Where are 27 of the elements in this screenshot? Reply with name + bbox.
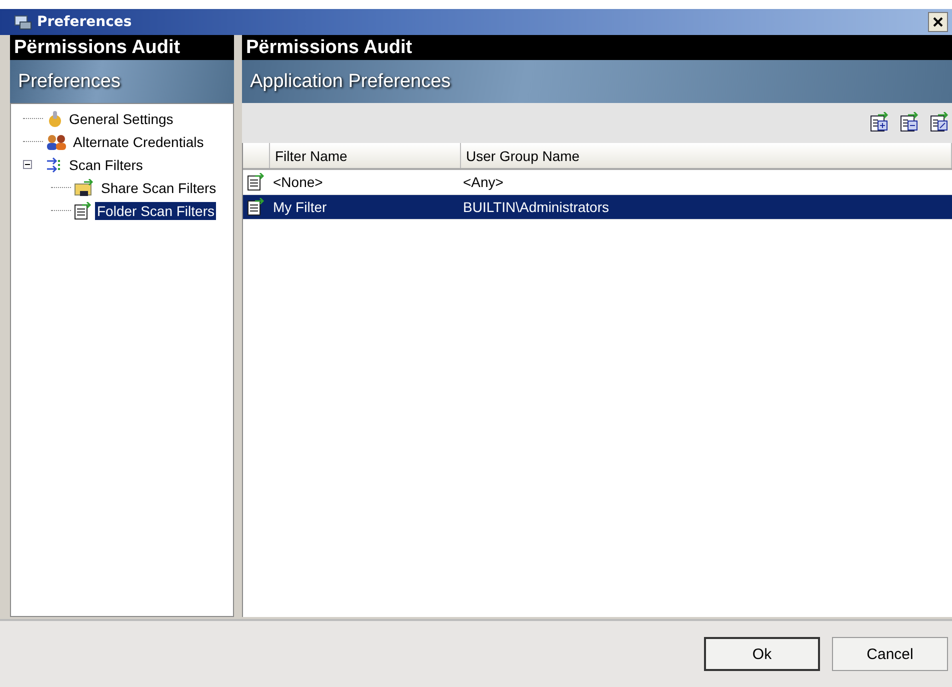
tree-item[interactable]: Scan Filters <box>67 156 145 174</box>
collapse-toggle[interactable] <box>23 160 32 169</box>
table-cell-text: <Any> <box>462 174 504 190</box>
tree-item[interactable]: Share Scan Filters <box>99 178 218 196</box>
tree-item[interactable]: Folder Scan Filters <box>95 202 216 220</box>
close-icon <box>933 17 943 27</box>
table-cell-text: <None> <box>272 174 324 190</box>
users-icon <box>46 134 68 150</box>
settings-icon <box>46 110 64 128</box>
panel-heading: Preferences <box>18 70 120 92</box>
close-button[interactable] <box>928 12 948 32</box>
ok-button[interactable]: Ok <box>704 637 820 671</box>
panel-heading: Application Preferences <box>250 70 451 92</box>
brand-logo: Përmissions Audit <box>246 36 412 58</box>
tree-item[interactable]: General Settings <box>67 110 176 128</box>
cancel-button[interactable]: Cancel <box>832 637 948 671</box>
tree-item[interactable]: Alternate Credentials <box>71 132 206 150</box>
document-icon <box>74 202 92 220</box>
table-row[interactable]: My Filter BUILTIN\Administrators <box>243 195 952 220</box>
share-folder-icon <box>74 178 96 196</box>
window-icon <box>14 14 32 30</box>
table-cell-text: My Filter <box>272 199 328 215</box>
brand-logo: Përmissions Audit <box>14 36 180 58</box>
column-header[interactable]: User Group Name <box>461 143 952 168</box>
column-header[interactable]: Filter Name <box>270 143 461 168</box>
window-title: Preferences <box>37 14 133 30</box>
table-cell-text: BUILTIN\Administrators <box>462 199 609 215</box>
